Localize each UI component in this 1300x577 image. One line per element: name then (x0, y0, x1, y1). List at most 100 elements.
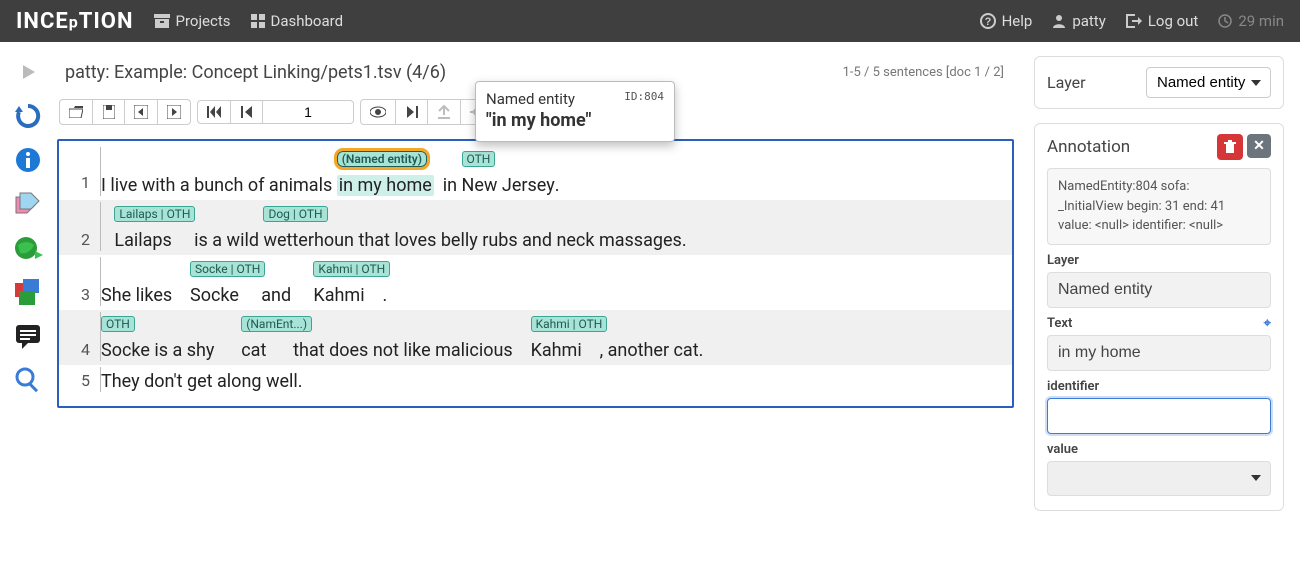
sentence-text[interactable]: I live with a bunch of animals in my hom… (101, 175, 559, 196)
play-icon[interactable] (10, 54, 46, 90)
token[interactable]: They don't get along well. (101, 371, 303, 392)
layer-select[interactable]: Named entity (1146, 67, 1271, 98)
windows-icon[interactable] (10, 274, 46, 310)
first-icon (207, 106, 221, 118)
visibility-button[interactable] (360, 99, 396, 125)
step-fwd-button[interactable] (396, 99, 428, 125)
tags-icon[interactable] (10, 186, 46, 222)
annotation-area[interactable]: 1I live with a bunch of animals in my ho… (57, 139, 1014, 408)
token[interactable]: is a wild (172, 230, 264, 251)
line-number: 5 (61, 367, 101, 392)
token[interactable]: LailapsLailaps | OTH (114, 230, 171, 251)
sentence-row[interactable]: 1I live with a bunch of animals in my ho… (59, 145, 1012, 200)
annotation-tag[interactable]: Socke | OTH (190, 261, 265, 277)
annotation-tag[interactable]: Lailaps | OTH (114, 206, 195, 222)
sentence-row[interactable]: 3She likes SockeSocke | OTH and KahmiKah… (59, 255, 1012, 310)
token[interactable]: . (365, 285, 388, 306)
sentence-row[interactable]: 5They don't get along well. (59, 365, 1012, 396)
sentence-row[interactable]: 2 LailapsLailaps | OTH is a wild wetterh… (59, 200, 1012, 255)
nav-logout[interactable]: Log out (1126, 12, 1199, 30)
info-icon[interactable] (10, 142, 46, 178)
locate-icon[interactable]: ⌖ (1264, 316, 1271, 331)
token[interactable]: cat(NamEnt...) (241, 340, 266, 361)
token[interactable]: SockeSocke | OTH (190, 285, 239, 306)
token[interactable]: . (555, 175, 560, 196)
nav-logout-label: Log out (1148, 12, 1199, 30)
chat-icon[interactable] (10, 318, 46, 354)
sentence-text[interactable]: They don't get along well. (101, 371, 303, 392)
save-doc-button[interactable] (93, 99, 125, 125)
refresh-icon[interactable] (10, 98, 46, 134)
token[interactable]: in my home(Named entity) (337, 175, 434, 196)
token[interactable]: , another cat. (582, 340, 704, 361)
nav-dashboard[interactable]: Dashboard (251, 12, 344, 30)
sentence-text[interactable]: SockeOTH is a shy cat(NamEnt...) that do… (101, 340, 703, 361)
line-number: 3 (61, 257, 101, 306)
token[interactable]: New JerseyOTH (462, 175, 555, 196)
logout-icon (1126, 14, 1142, 28)
token[interactable]: I live with a bunch of animals (101, 175, 337, 196)
token[interactable]: KahmiKahmi | OTH (531, 340, 582, 361)
document-title: patty: Example: Concept Linking/pets1.ts… (65, 62, 446, 83)
delete-annotation-button[interactable] (1217, 134, 1243, 160)
nav-help-label: Help (1002, 12, 1033, 30)
prev-doc-button[interactable] (125, 99, 158, 125)
nav-dashboard-label: Dashboard (271, 12, 344, 30)
globe-icon[interactable] (10, 230, 46, 266)
token[interactable] (101, 230, 114, 251)
next-doc-button[interactable] (158, 99, 191, 125)
export-button[interactable] (428, 99, 461, 125)
token[interactable]: and (239, 285, 314, 306)
prev-page-button[interactable] (231, 100, 263, 124)
annotation-tag[interactable]: OTH (462, 151, 496, 167)
open-doc-button[interactable] (59, 99, 93, 125)
meta-line-1: NamedEntity:804 sofa: (1058, 177, 1260, 197)
sentence-row[interactable]: 4SockeOTH is a shy cat(NamEnt...) that d… (59, 310, 1012, 365)
box-left-icon (134, 105, 148, 119)
first-page-button[interactable] (197, 100, 231, 124)
value-select[interactable] (1047, 461, 1271, 496)
annotation-tag[interactable]: Kahmi | OTH (313, 261, 390, 277)
sentence-text[interactable]: She likes SockeSocke | OTH and KahmiKahm… (101, 285, 387, 306)
annotation-panel-title: Annotation (1047, 137, 1130, 157)
token[interactable]: KahmiKahmi | OTH (313, 285, 364, 306)
step-fwd-icon (406, 106, 418, 118)
step-back-icon (241, 106, 253, 118)
close-annotation-button[interactable]: ✕ (1247, 134, 1271, 158)
token[interactable]: in (434, 175, 462, 196)
annotation-tag[interactable]: OTH (101, 316, 135, 332)
layer-field-label: Layer (1047, 253, 1271, 268)
document-toolbar: ID:804 Named entity "in my home" (55, 93, 1014, 131)
annotation-tag[interactable]: (NamEnt...) (241, 316, 312, 332)
annotation-tag[interactable]: (Named entity) (337, 151, 427, 167)
folder-open-icon (69, 106, 83, 118)
nav-help[interactable]: ? Help (980, 12, 1033, 30)
sentence-text[interactable]: LailapsLailaps | OTH is a wild wetterhou… (101, 230, 687, 251)
token[interactable]: SockeOTH (101, 340, 150, 361)
export-icon (437, 105, 451, 119)
identifier-field-label: identifier (1047, 379, 1271, 394)
token[interactable]: that loves belly rubs and neck massages. (354, 230, 687, 251)
nav-user[interactable]: patty (1052, 12, 1106, 30)
app-brand: INCEpTION (16, 9, 134, 34)
token[interactable]: She likes (101, 285, 190, 306)
annotation-tag[interactable]: Dog | OTH (263, 206, 327, 222)
main-area: patty: Example: Concept Linking/pets1.ts… (0, 42, 1300, 577)
identifier-field[interactable] (1047, 398, 1271, 434)
help-icon: ? (980, 13, 996, 29)
nav-projects-label: Projects (176, 12, 231, 30)
nav-projects[interactable]: Projects (154, 12, 231, 30)
meta-line-3: value: <null> identifier: <null> (1058, 216, 1260, 236)
text-field-label: Text⌖ (1047, 316, 1271, 331)
document-viewport: patty: Example: Concept Linking/pets1.ts… (55, 42, 1028, 577)
box-right-icon (167, 105, 181, 119)
page-number-input[interactable] (263, 103, 353, 121)
value-field-label: value (1047, 442, 1271, 457)
token[interactable]: wetterhounDog | OTH (263, 230, 354, 251)
annotation-tag[interactable]: Kahmi | OTH (531, 316, 608, 332)
search-icon[interactable] (10, 362, 46, 398)
token[interactable]: that does not like malicious (266, 340, 530, 361)
token[interactable]: is a shy (150, 340, 241, 361)
user-icon (1052, 14, 1066, 28)
archive-icon (154, 14, 170, 28)
